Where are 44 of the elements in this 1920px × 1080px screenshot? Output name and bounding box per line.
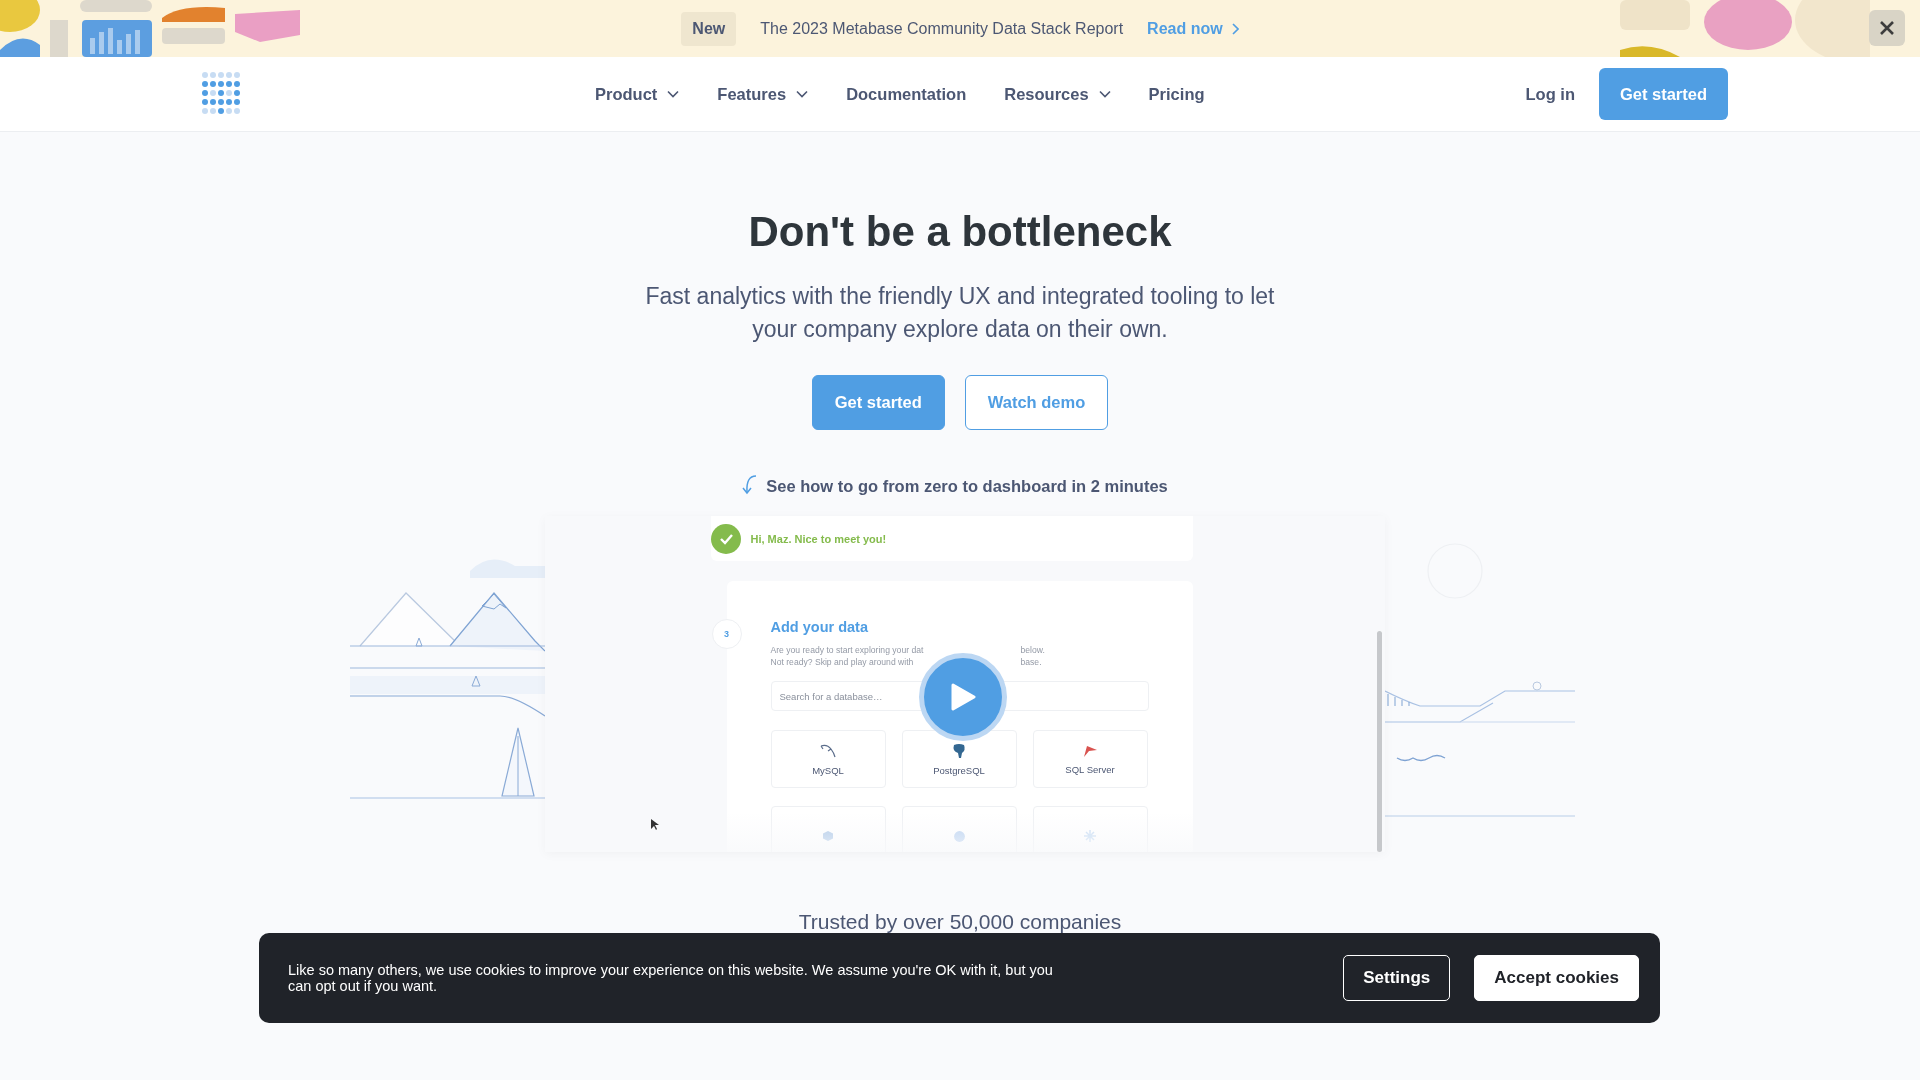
step-number: 3 xyxy=(711,619,742,649)
new-badge: New xyxy=(681,11,737,46)
play-icon xyxy=(949,683,976,711)
caret-icon xyxy=(667,90,680,98)
database-tile[interactable]: MySQL xyxy=(770,730,886,788)
caret-icon xyxy=(796,90,809,98)
snowflake-icon xyxy=(1084,830,1096,842)
caret-icon xyxy=(1098,90,1111,98)
settings-button[interactable]: Settings xyxy=(1343,955,1451,1001)
chevron-right-icon xyxy=(1230,22,1239,35)
nav-menu-item[interactable]: Documentation xyxy=(846,84,967,104)
card-heading: Add your data xyxy=(770,619,869,635)
database-tile[interactable]: PostgreSQL xyxy=(901,730,1017,788)
description-text: Are you ready to start exploring your dat xyxy=(770,645,924,655)
database-tile[interactable] xyxy=(901,806,1017,852)
nav-menu-item[interactable]: Pricing xyxy=(1148,84,1205,104)
close-button[interactable] xyxy=(1869,10,1905,46)
description-text: base. xyxy=(1020,657,1042,667)
flag-icon xyxy=(1081,743,1099,758)
accept-cookies-button[interactable]: Accept cookies xyxy=(1474,955,1639,1001)
banner-text: The 2023 Metabase Community Data Stack Report xyxy=(760,19,1124,38)
cookie-notice-text: Like so many others, we use cookies to improve your experience on this website. We assume you're OK with it, but you can opt out if you want. xyxy=(288,962,1054,994)
database-tile[interactable]: SQL Server xyxy=(1032,730,1148,788)
nav-menu-item[interactable]: Features xyxy=(717,84,809,104)
cursor-icon xyxy=(650,819,659,831)
cube-icon xyxy=(822,830,834,842)
database-tile[interactable] xyxy=(770,806,886,852)
trusted-text: Trusted by over 50,000 companies xyxy=(798,910,1122,934)
description-text: Not ready? Skip and play around with xyxy=(770,657,914,667)
scrollbar[interactable] xyxy=(1376,631,1382,852)
hero-title: Don't be a bottleneck xyxy=(748,207,1172,257)
login-link[interactable]: Log in xyxy=(1525,84,1575,104)
check-icon xyxy=(710,523,741,554)
hero-subtitle: Fast analytics with the friendly UX and integrated tooling to let your company explore data on their own. xyxy=(644,282,1276,344)
greeting-text: Hi, Maz. Nice to meet you! xyxy=(750,532,887,545)
nav-menu-item[interactable]: Resources xyxy=(1004,84,1111,104)
database-tile[interactable] xyxy=(1032,806,1148,852)
close-icon xyxy=(1879,20,1895,36)
nav-menu-item[interactable]: Product xyxy=(595,84,680,104)
curved-arrow-icon xyxy=(740,474,759,496)
video-preview[interactable]: Hi, Maz. Nice to meet you! 3 Add your data Are you ready to start exploring your dat below. Not ready? Skip and play around with base. Search for a database… MySQL PostgreSQL SQL Server xyxy=(544,516,1385,852)
video-caption: See how to go from zero to dashboard in 2 minutes xyxy=(766,477,1168,496)
description-text: below. xyxy=(1020,645,1045,655)
circle-icon xyxy=(952,829,966,843)
